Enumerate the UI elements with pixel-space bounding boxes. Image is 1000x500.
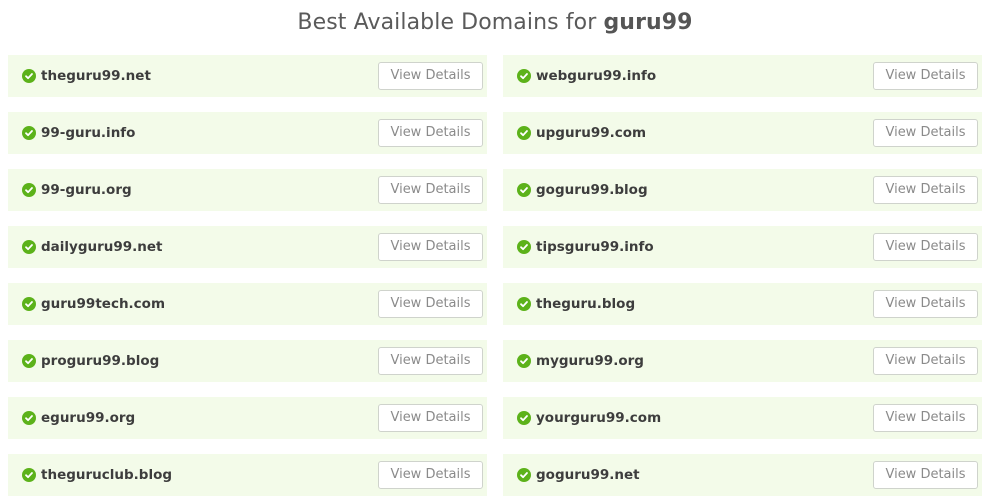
domain-card: guru99tech.com View Details bbox=[8, 283, 487, 325]
check-circle-icon bbox=[22, 411, 36, 425]
check-circle-icon bbox=[517, 240, 531, 254]
page-title-prefix: Best Available Domains for bbox=[297, 10, 604, 35]
domain-name: 99-guru.org bbox=[41, 182, 132, 198]
domain-name: goguru99.blog bbox=[536, 182, 648, 198]
view-details-button[interactable]: View Details bbox=[378, 233, 483, 261]
check-circle-icon bbox=[22, 183, 36, 197]
view-details-button[interactable]: View Details bbox=[873, 404, 978, 432]
check-circle-icon bbox=[22, 468, 36, 482]
domain-name: upguru99.com bbox=[536, 125, 647, 141]
domain-card: eguru99.org View Details bbox=[8, 397, 487, 439]
domain-name: webguru99.info bbox=[536, 68, 657, 84]
check-circle-icon bbox=[22, 354, 36, 368]
check-circle-icon bbox=[517, 297, 531, 311]
view-details-button[interactable]: View Details bbox=[378, 404, 483, 432]
domain-name: dailyguru99.net bbox=[41, 239, 163, 255]
view-details-button[interactable]: View Details bbox=[378, 290, 483, 318]
domain-name: yourguru99.com bbox=[536, 410, 662, 426]
domain-name: theguru.blog bbox=[536, 296, 636, 312]
domain-card: theguru.blog View Details bbox=[503, 283, 982, 325]
domain-card: theguru99.net View Details bbox=[8, 55, 487, 97]
view-details-button[interactable]: View Details bbox=[378, 347, 483, 375]
domain-name: myguru99.org bbox=[536, 353, 644, 369]
domain-card: upguru99.com View Details bbox=[503, 112, 982, 154]
domain-card: 99-guru.org View Details bbox=[8, 169, 487, 211]
view-details-button[interactable]: View Details bbox=[873, 62, 978, 90]
view-details-button[interactable]: View Details bbox=[873, 233, 978, 261]
check-circle-icon bbox=[517, 183, 531, 197]
search-keyword: guru99 bbox=[603, 10, 693, 35]
check-circle-icon bbox=[517, 69, 531, 83]
domain-name: guru99tech.com bbox=[41, 296, 166, 312]
check-circle-icon bbox=[517, 468, 531, 482]
view-details-button[interactable]: View Details bbox=[378, 62, 483, 90]
check-circle-icon bbox=[22, 240, 36, 254]
page-title: Best Available Domains for guru99 bbox=[0, 9, 990, 37]
domain-name: eguru99.org bbox=[41, 410, 136, 426]
domain-card: theguruclub.blog View Details bbox=[8, 454, 487, 496]
domain-card: proguru99.blog View Details bbox=[8, 340, 487, 382]
domain-name: proguru99.blog bbox=[41, 353, 160, 369]
view-details-button[interactable]: View Details bbox=[873, 461, 978, 489]
domain-card: tipsguru99.info View Details bbox=[503, 226, 982, 268]
domain-name: theguru99.net bbox=[41, 68, 151, 84]
domain-card: yourguru99.com View Details bbox=[503, 397, 982, 439]
domain-card: dailyguru99.net View Details bbox=[8, 226, 487, 268]
view-details-button[interactable]: View Details bbox=[378, 176, 483, 204]
domain-results-grid: theguru99.net View Details webguru99.inf… bbox=[8, 55, 987, 496]
domain-name: tipsguru99.info bbox=[536, 239, 654, 255]
domain-card: myguru99.org View Details bbox=[503, 340, 982, 382]
view-details-button[interactable]: View Details bbox=[873, 347, 978, 375]
domain-card: goguru99.blog View Details bbox=[503, 169, 982, 211]
view-details-button[interactable]: View Details bbox=[873, 176, 978, 204]
check-circle-icon bbox=[517, 354, 531, 368]
view-details-button[interactable]: View Details bbox=[873, 290, 978, 318]
view-details-button[interactable]: View Details bbox=[873, 119, 978, 147]
view-details-button[interactable]: View Details bbox=[378, 119, 483, 147]
domain-name: theguruclub.blog bbox=[41, 467, 173, 483]
check-circle-icon bbox=[517, 411, 531, 425]
check-circle-icon bbox=[22, 126, 36, 140]
domain-card: goguru99.net View Details bbox=[503, 454, 982, 496]
check-circle-icon bbox=[517, 126, 531, 140]
view-details-button[interactable]: View Details bbox=[378, 461, 483, 489]
domain-name: goguru99.net bbox=[536, 467, 640, 483]
domain-name: 99-guru.info bbox=[41, 125, 136, 141]
domain-card: 99-guru.info View Details bbox=[8, 112, 487, 154]
check-circle-icon bbox=[22, 69, 36, 83]
check-circle-icon bbox=[22, 297, 36, 311]
domain-card: webguru99.info View Details bbox=[503, 55, 982, 97]
